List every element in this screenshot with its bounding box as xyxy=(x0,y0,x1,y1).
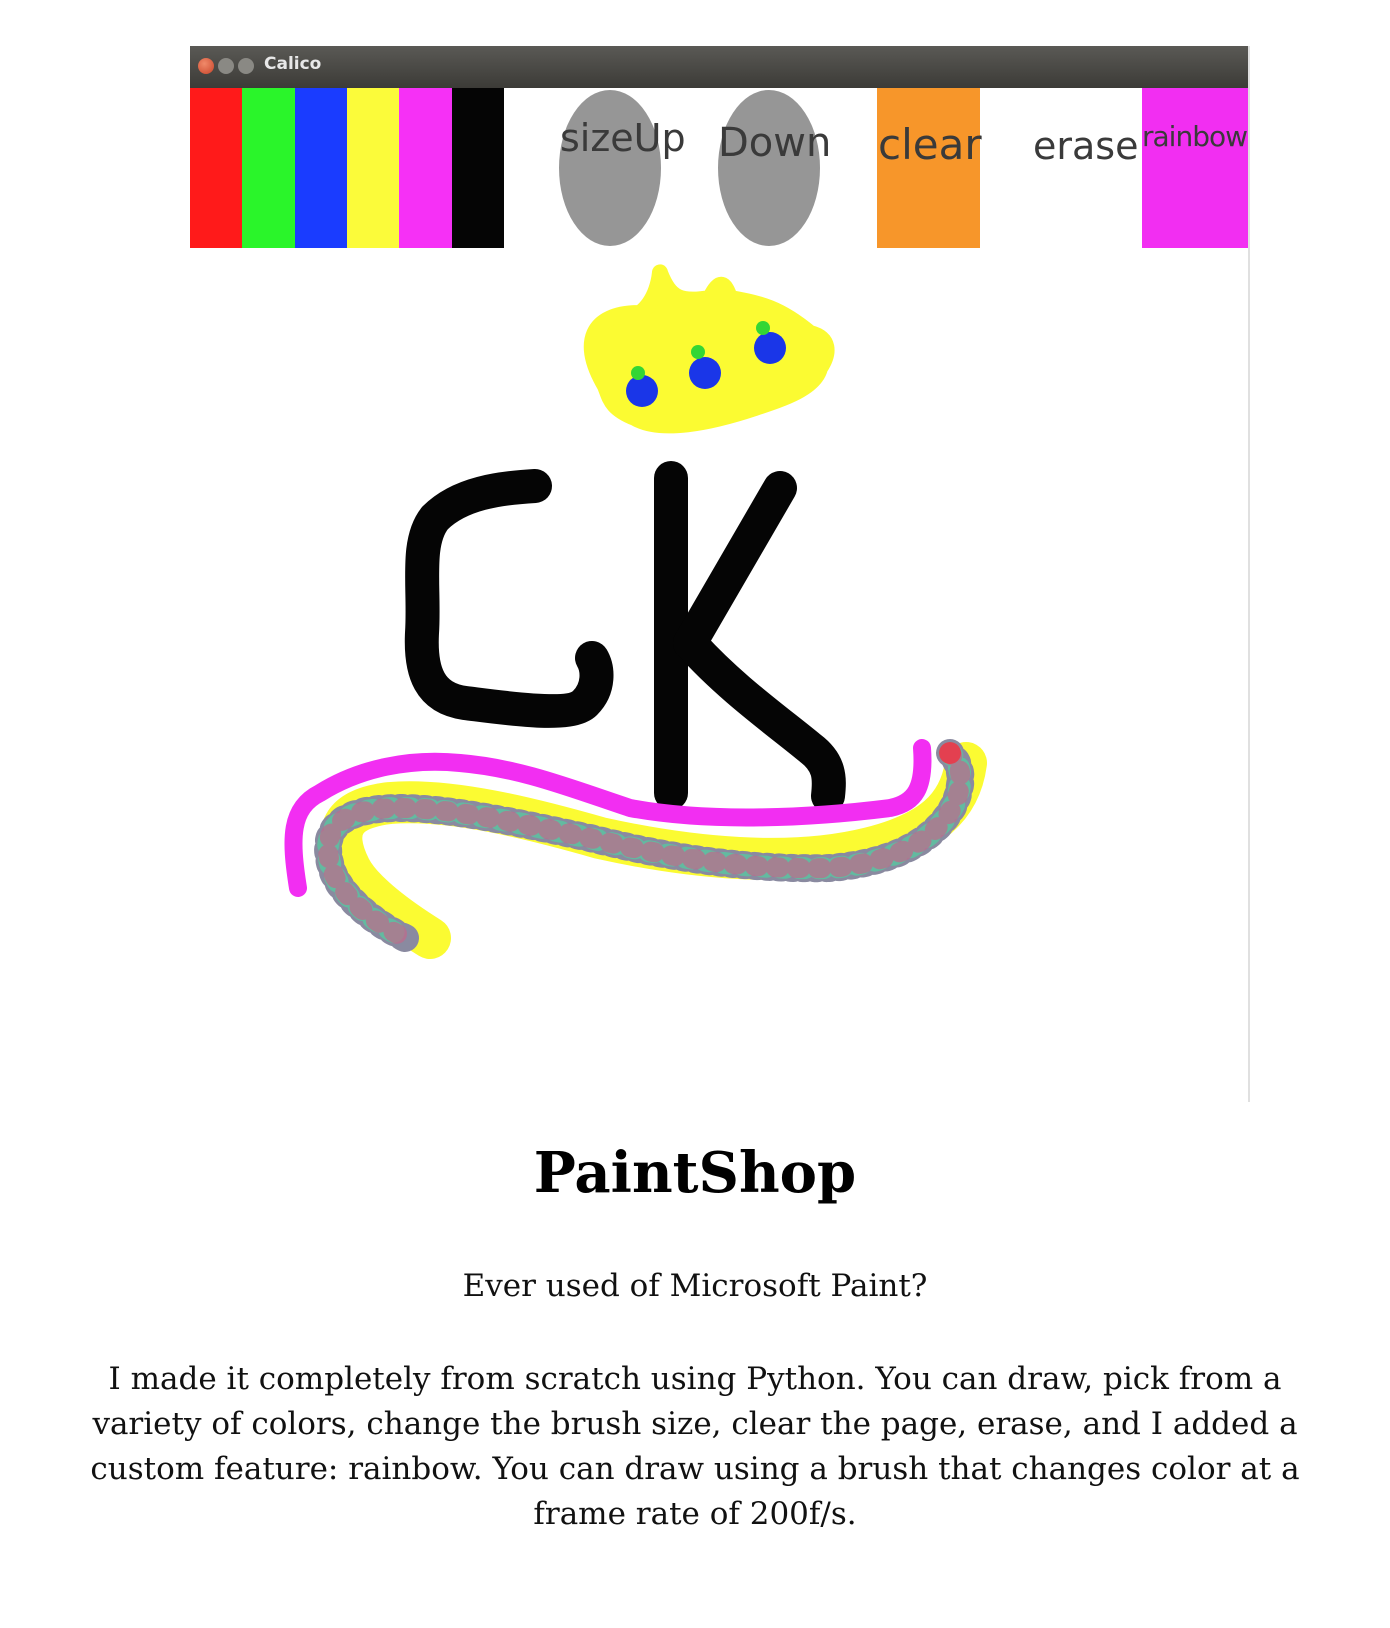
crown-jewel-blue xyxy=(754,332,786,364)
crown-jewel-green xyxy=(691,345,705,359)
crown-jewel-blue xyxy=(689,357,721,389)
drawing-svg xyxy=(284,264,987,959)
blue-color-swatch[interactable] xyxy=(295,88,347,248)
window-title: Calico xyxy=(264,54,322,74)
rainbow-end-dot xyxy=(939,742,961,764)
description-paragraph: I made it completely from scratch using … xyxy=(90,1361,1300,1532)
magenta-color-swatch[interactable] xyxy=(399,88,452,248)
black-color-swatch[interactable] xyxy=(452,88,504,248)
title-bar: Calico xyxy=(190,46,1248,88)
erase-button[interactable] xyxy=(1020,88,1132,248)
black-letter-c xyxy=(404,469,614,728)
green-color-swatch[interactable] xyxy=(242,88,295,248)
crown-jewel-green xyxy=(756,321,770,335)
calico-window: Calico sizeUp Down clear erase rainbow xyxy=(190,46,1250,1102)
maximize-window-button[interactable] xyxy=(238,58,254,74)
intro-question: Ever used of Microsoft Paint? xyxy=(462,1268,928,1304)
crown-jewel-blue xyxy=(626,375,658,407)
rainbow-label: rainbow xyxy=(1142,120,1248,153)
size-up-label: sizeUp xyxy=(560,116,686,160)
red-color-swatch[interactable] xyxy=(190,88,242,248)
toolbar: sizeUp Down clear erase rainbow xyxy=(190,88,1248,248)
size-down-button[interactable] xyxy=(718,90,820,246)
close-window-button[interactable] xyxy=(198,58,214,74)
erase-label: erase xyxy=(1033,124,1139,168)
crown-jewel-green xyxy=(631,366,645,380)
yellow-crown-stroke xyxy=(583,264,835,434)
size-up-button[interactable] xyxy=(559,90,661,246)
size-down-label: Down xyxy=(718,120,832,166)
page-title: PaintShop xyxy=(533,1140,857,1206)
black-letter-k-arms xyxy=(673,471,846,813)
yellow-color-swatch[interactable] xyxy=(347,88,399,248)
minimize-window-button[interactable] xyxy=(218,58,234,74)
clear-label: clear xyxy=(878,120,982,169)
drawing-canvas[interactable] xyxy=(190,248,1248,1102)
rainbow-button[interactable] xyxy=(1142,88,1248,248)
